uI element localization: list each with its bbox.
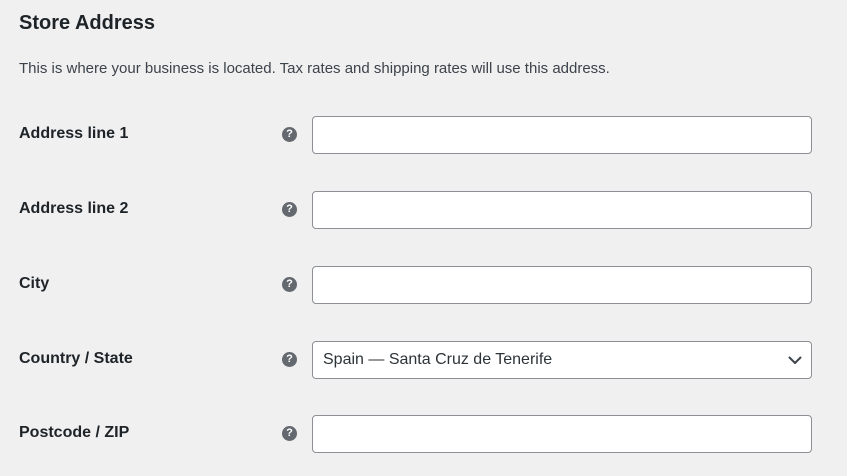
question-circle-icon[interactable]: ?	[282, 277, 297, 292]
section-title: Store Address	[19, 12, 155, 34]
question-circle-icon[interactable]: ?	[282, 127, 297, 142]
address-line-2-row: Address line 2 ?	[0, 191, 847, 229]
address-line-2-input[interactable]	[312, 191, 812, 229]
question-circle-icon[interactable]: ?	[282, 202, 297, 217]
country-state-label: Country / State	[19, 350, 133, 367]
country-state-select[interactable]: Spain — Santa Cruz de Tenerife	[312, 341, 812, 379]
postcode-input[interactable]	[312, 415, 812, 453]
section-description: This is where your business is located. …	[19, 60, 610, 77]
country-state-selected-value: Spain — Santa Cruz de Tenerife	[323, 351, 553, 368]
city-label: City	[19, 275, 50, 292]
store-address-settings: Store Address This is where your busines…	[0, 0, 847, 476]
address-line-2-label: Address line 2	[19, 200, 129, 217]
address-line-1-row: Address line 1 ?	[0, 116, 847, 154]
city-row: City ?	[0, 266, 847, 304]
address-line-1-input[interactable]	[312, 116, 812, 154]
address-line-1-label: Address line 1	[19, 125, 129, 142]
postcode-row: Postcode / ZIP ?	[0, 415, 847, 453]
question-circle-icon[interactable]: ?	[282, 352, 297, 367]
country-state-row: Country / State ? Spain — Santa Cruz de …	[0, 341, 847, 379]
question-circle-icon[interactable]: ?	[282, 426, 297, 441]
postcode-label: Postcode / ZIP	[19, 424, 130, 441]
city-input[interactable]	[312, 266, 812, 304]
chevron-down-icon	[787, 352, 803, 368]
